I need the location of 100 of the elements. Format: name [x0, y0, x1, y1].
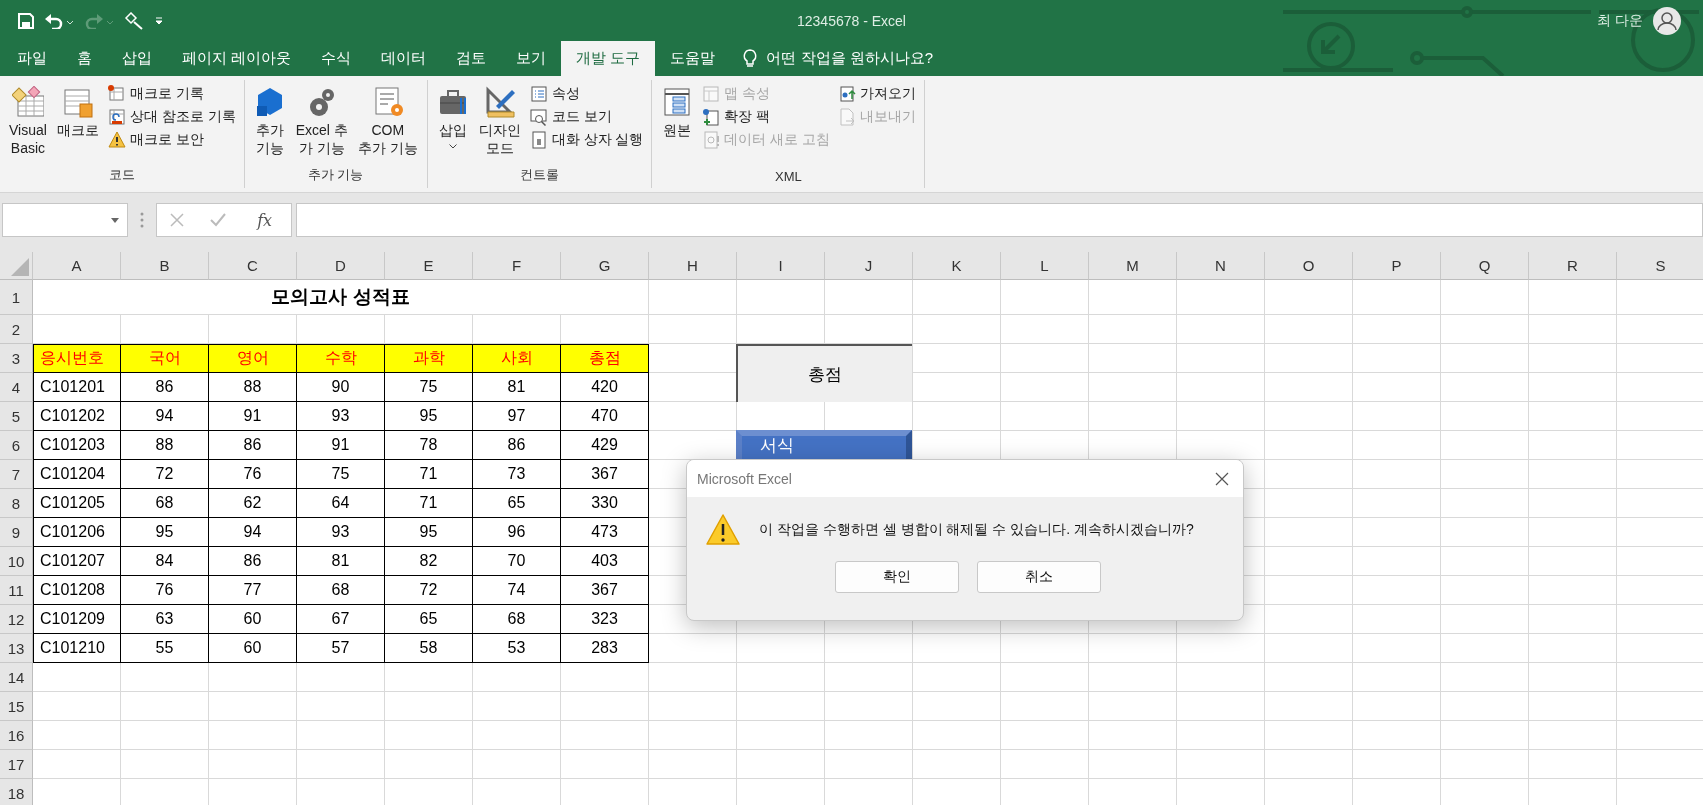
table-cell: C101202: [33, 402, 121, 431]
ribbon-button[interactable]: 삽입: [433, 82, 472, 166]
lightbulb-icon[interactable]: [742, 48, 759, 69]
column-header[interactable]: I: [737, 252, 825, 280]
ribbon-button[interactable]: 매크로 기록: [105, 84, 238, 104]
user-name[interactable]: 최 다운: [1597, 11, 1643, 30]
column-header[interactable]: M: [1089, 252, 1177, 280]
ribbon-tab[interactable]: 홈: [62, 41, 107, 76]
column-header[interactable]: Q: [1441, 252, 1529, 280]
table-cell: 470: [561, 402, 649, 431]
row-header[interactable]: 18: [0, 779, 33, 805]
column-header[interactable]: A: [33, 252, 121, 280]
ribbon-tab[interactable]: 삽입: [107, 41, 167, 76]
customize-caret-icon[interactable]: [154, 15, 164, 26]
table-cell: 67: [297, 605, 385, 634]
row-header[interactable]: 10: [0, 547, 33, 576]
ribbon-button[interactable]: 상대 참조로 기록: [105, 107, 238, 127]
column-header[interactable]: C: [209, 252, 297, 280]
column-header[interactable]: K: [913, 252, 1001, 280]
row-header[interactable]: 9: [0, 518, 33, 547]
ribbon-tab[interactable]: 검토: [441, 41, 502, 76]
ribbon-button[interactable]: Visual Basic: [6, 82, 50, 166]
column-header[interactable]: G: [561, 252, 649, 280]
brush-icon[interactable]: [124, 11, 144, 30]
ribbon-tab[interactable]: 수식: [306, 41, 367, 76]
table-cell: 73: [473, 460, 561, 489]
insert-function-button[interactable]: fx: [251, 209, 279, 231]
table-cell: C101208: [33, 576, 121, 605]
ribbon-tab[interactable]: 보기: [501, 41, 562, 76]
column-header[interactable]: D: [297, 252, 385, 280]
window-title: 12345678 - Excel: [797, 12, 906, 29]
avatar-icon[interactable]: [1653, 6, 1681, 35]
column-header[interactable]: H: [649, 252, 737, 280]
column-header[interactable]: R: [1529, 252, 1617, 280]
row-header[interactable]: 13: [0, 634, 33, 663]
table-cell: C101210: [33, 634, 121, 663]
warning-icon: [705, 513, 741, 547]
ribbon-button[interactable]: 매크로 보안: [105, 130, 238, 150]
column-header[interactable]: F: [473, 252, 561, 280]
tell-me-field[interactable]: 어떤 작업을 원하시나요?: [766, 49, 934, 68]
ribbon-button[interactable]: 추가 기능: [250, 82, 289, 166]
row-header[interactable]: 3: [0, 344, 33, 373]
dialog-button[interactable]: 취소: [977, 561, 1101, 593]
group-label: XML: [775, 169, 802, 184]
ribbon-tab[interactable]: 도움말: [655, 41, 731, 76]
ribbon-button[interactable]: 가져오기: [836, 84, 919, 104]
row-header[interactable]: 8: [0, 489, 33, 518]
row-header[interactable]: 4: [0, 373, 33, 402]
ribbon-button[interactable]: 속성: [527, 84, 646, 104]
row-header[interactable]: 16: [0, 721, 33, 750]
check-icon[interactable]: [209, 213, 226, 227]
column-header[interactable]: L: [1001, 252, 1089, 280]
ribbon-tab[interactable]: 페이지 레이아웃: [167, 41, 307, 76]
row-header[interactable]: 11: [0, 576, 33, 605]
row-header[interactable]: 15: [0, 692, 33, 721]
row-header[interactable]: 2: [0, 315, 33, 344]
column-header[interactable]: B: [121, 252, 209, 280]
ribbon-button-icon: [61, 86, 94, 118]
shape-button[interactable]: 총점: [736, 344, 912, 402]
table-cell: 86: [473, 431, 561, 460]
dialog-button[interactable]: 확인: [835, 561, 959, 593]
table-cell: 323: [561, 605, 649, 634]
table-cell: 64: [297, 489, 385, 518]
table-cell: 63: [121, 605, 209, 634]
undo-icon[interactable]: [44, 12, 74, 29]
ribbon-button[interactable]: 원본: [658, 82, 697, 169]
formula-input[interactable]: [296, 203, 1703, 237]
table-cell: 330: [561, 489, 649, 518]
ribbon-button-icon: [838, 85, 857, 103]
ribbon-tab[interactable]: 파일: [2, 41, 62, 76]
column-header[interactable]: N: [1177, 252, 1265, 280]
column-header[interactable]: J: [825, 252, 913, 280]
table-cell: 367: [561, 460, 649, 489]
row-header[interactable]: 12: [0, 605, 33, 634]
row-header[interactable]: 5: [0, 402, 33, 431]
row-header[interactable]: 17: [0, 750, 33, 779]
table-cell: 403: [561, 547, 649, 576]
ribbon-button[interactable]: 확장 팩: [700, 107, 833, 127]
ribbon-button[interactable]: 대화 상자 실행: [527, 130, 646, 150]
ribbon-button[interactable]: COM 추가 기능: [354, 82, 421, 166]
save-icon[interactable]: [18, 12, 34, 29]
ribbon-button[interactable]: 디자인 모드: [475, 82, 524, 166]
ribbon-tab[interactable]: 데이터: [366, 41, 442, 76]
row-header[interactable]: 6: [0, 431, 33, 460]
column-header[interactable]: E: [385, 252, 473, 280]
table-cell: 82: [385, 547, 473, 576]
column-header[interactable]: P: [1353, 252, 1441, 280]
table-cell: C101205: [33, 489, 121, 518]
column-header[interactable]: O: [1265, 252, 1353, 280]
header-cell: 국어: [121, 344, 209, 373]
row-header[interactable]: 7: [0, 460, 33, 489]
ribbon-tab[interactable]: 개발 도구: [561, 41, 656, 76]
ribbon-button[interactable]: 매크로: [53, 82, 102, 166]
column-header[interactable]: S: [1617, 252, 1703, 280]
row-header[interactable]: 14: [0, 663, 33, 692]
ribbon-button[interactable]: Excel 추 가 기능: [292, 82, 351, 166]
table-cell: 68: [473, 605, 561, 634]
table-cell: 94: [209, 518, 297, 547]
ribbon-button[interactable]: 코드 보기: [527, 107, 646, 127]
row-header[interactable]: 1: [0, 280, 33, 315]
